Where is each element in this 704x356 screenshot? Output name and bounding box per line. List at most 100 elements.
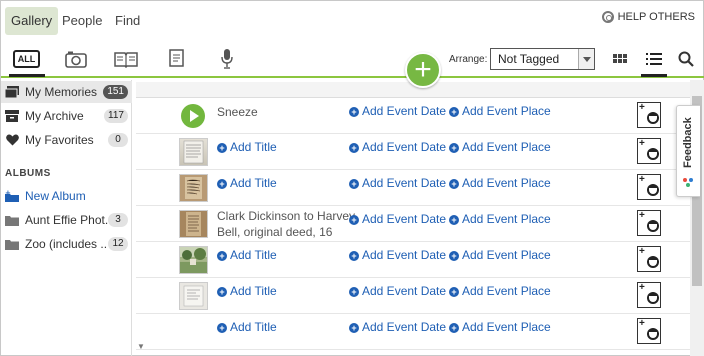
search-button[interactable] xyxy=(677,47,695,71)
plus-circle-icon: + xyxy=(449,215,459,225)
photo-thumbnail[interactable] xyxy=(179,246,208,274)
plus-icon: + xyxy=(639,102,645,113)
add-event-place-link[interactable]: + Add Event Place xyxy=(449,212,551,226)
chevron-down-icon xyxy=(578,49,594,69)
arrange-label: Arrange: xyxy=(449,54,488,65)
list-row[interactable]: Sneeze + Add Event Date + Add Event Place … xyxy=(136,98,690,134)
add-title-link[interactable]: + Add Title xyxy=(217,320,277,334)
add-event-date-link[interactable]: + Add Event Date xyxy=(349,320,446,334)
add-event-date-link[interactable]: + Add Event Date xyxy=(349,212,446,226)
add-title-link[interactable]: + Add Title xyxy=(217,176,277,190)
plus-icon: + xyxy=(639,282,645,293)
add-event-place-link[interactable]: + Add Event Place xyxy=(449,284,551,298)
document-thumbnail[interactable] xyxy=(179,138,208,166)
tab-people[interactable]: People xyxy=(56,7,108,35)
plus-icon: + xyxy=(639,246,645,257)
memory-title-line: Clark Dickinson to Harvey xyxy=(217,209,356,223)
add-event-place-link[interactable]: + Add Event Place xyxy=(449,176,551,190)
document-icon xyxy=(169,49,184,67)
add-title-label: Add Title xyxy=(230,284,277,298)
count-badge: 151 xyxy=(103,85,128,99)
add-event-date-link[interactable]: + Add Event Date xyxy=(349,248,446,262)
microphone-icon xyxy=(221,49,233,69)
paper-thumbnail[interactable] xyxy=(179,282,208,310)
grid-view-button[interactable] xyxy=(612,47,628,71)
document-filter-button[interactable] xyxy=(167,47,187,71)
sidebar-item-my-memories[interactable]: My Memories 151 xyxy=(1,81,132,103)
sidebar-item-label: Zoo (includes ... xyxy=(25,237,108,251)
add-event-place-link[interactable]: + Add Event Place xyxy=(449,320,551,334)
list-row[interactable]: Clark Dickinson to Harvey Bell, original… xyxy=(136,206,690,242)
plus-circle-icon: + xyxy=(349,179,359,189)
feedback-tab[interactable]: Feedback xyxy=(676,105,700,197)
plus-circle-icon: + xyxy=(449,179,459,189)
person-icon xyxy=(647,184,659,196)
toolbar: ALL Arrange: Not Tagged xyxy=(1,41,704,78)
story-filter-button[interactable] xyxy=(112,47,140,71)
add-event-place-link[interactable]: + Add Event Place xyxy=(449,248,551,262)
add-title-label: Add Title xyxy=(230,140,277,154)
folder-icon xyxy=(5,238,19,250)
memories-list: Sneeze + Add Event Date + Add Event Place … xyxy=(132,80,690,356)
tag-person-button[interactable]: + xyxy=(637,246,661,272)
search-icon xyxy=(678,51,694,67)
help-others-label: HELP OTHERS xyxy=(617,11,695,23)
add-event-date-link[interactable]: + Add Event Date xyxy=(349,176,446,190)
add-event-date-label: Add Event Date xyxy=(362,176,447,190)
deed-thumbnail[interactable] xyxy=(179,210,208,238)
list-row[interactable]: + Add Title + Add Event Date + Add Event Pl… xyxy=(136,134,690,170)
help-others-link[interactable]: HELP OTHERS xyxy=(601,11,695,23)
tag-person-button[interactable]: + xyxy=(637,282,661,308)
add-event-place-link[interactable]: + Add Event Place xyxy=(449,104,551,118)
add-title-link[interactable]: + Add Title xyxy=(217,140,277,154)
filter-all-button[interactable]: ALL xyxy=(13,50,40,68)
tag-person-button[interactable]: + xyxy=(637,102,661,128)
add-event-date-link[interactable]: + Add Event Date xyxy=(349,140,446,154)
photo-filter-button[interactable] xyxy=(64,47,88,71)
arrange-select[interactable]: Not Tagged xyxy=(490,48,595,70)
tag-person-button[interactable]: + xyxy=(637,174,661,200)
sidebar-item-label: Aunt Effie Phot... xyxy=(25,213,108,227)
plus-circle-icon: + xyxy=(349,143,359,153)
play-audio-icon[interactable] xyxy=(181,104,205,128)
new-album-button[interactable]: + New Album xyxy=(1,185,132,207)
add-title-link[interactable]: + Add Title xyxy=(217,248,277,262)
memory-title[interactable]: Sneeze xyxy=(217,104,258,120)
tab-find[interactable]: Find xyxy=(109,7,146,35)
plus-circle-icon: + xyxy=(349,251,359,261)
count-badge: 3 xyxy=(108,213,128,227)
sidebar-item-my-archive[interactable]: My Archive 117 xyxy=(1,105,132,127)
list-row[interactable]: + Add Title + Add Event Date + Add Event Pl… xyxy=(136,170,690,206)
add-event-date-label: Add Event Date xyxy=(362,320,447,334)
add-title-link[interactable]: + Add Title xyxy=(217,284,277,298)
add-event-date-label: Add Event Date xyxy=(362,284,447,298)
list-row[interactable]: + Add Title + Add Event Date + Add Event Pl… xyxy=(136,278,690,314)
tag-person-button[interactable]: + xyxy=(637,138,661,164)
sidebar-item-label: My Memories xyxy=(25,85,98,99)
new-album-label: New Album xyxy=(25,189,86,203)
letter-thumbnail[interactable] xyxy=(179,174,208,202)
list-row[interactable]: + Add Title + Add Event Date + Add Event Pl… xyxy=(136,314,690,350)
sidebar-item-label: My Archive xyxy=(25,109,84,123)
sidebar-item-album[interactable]: Zoo (includes ... 12 xyxy=(1,233,132,255)
top-nav: Gallery People Find HELP OTHERS xyxy=(1,1,704,41)
add-event-date-label: Add Event Date xyxy=(362,248,447,262)
tab-gallery[interactable]: Gallery xyxy=(5,7,59,35)
add-title-label: Add Title xyxy=(230,248,277,262)
plus-circle-icon: + xyxy=(449,251,459,261)
add-event-date-link[interactable]: + Add Event Date xyxy=(349,104,446,118)
memory-title[interactable]: Clark Dickinson to Harvey Bell, original… xyxy=(217,208,355,240)
add-memory-button[interactable]: + xyxy=(405,52,441,88)
list-view-button[interactable] xyxy=(645,47,663,71)
sidebar-item-my-favorites[interactable]: My Favorites 0 xyxy=(1,129,132,151)
person-icon xyxy=(647,220,659,232)
add-event-place-link[interactable]: + Add Event Place xyxy=(449,140,551,154)
sidebar-item-album[interactable]: Aunt Effie Phot... 3 xyxy=(1,209,132,231)
list-row[interactable]: + Add Title + Add Event Date + Add Event Pl… xyxy=(136,242,690,278)
active-filter-underline xyxy=(9,74,45,77)
add-event-date-link[interactable]: + Add Event Date xyxy=(349,284,446,298)
tag-person-button[interactable]: + xyxy=(637,318,661,344)
audio-filter-button[interactable] xyxy=(219,47,235,71)
add-event-place-label: Add Event Place xyxy=(462,104,551,118)
tag-person-button[interactable]: + xyxy=(637,210,661,236)
